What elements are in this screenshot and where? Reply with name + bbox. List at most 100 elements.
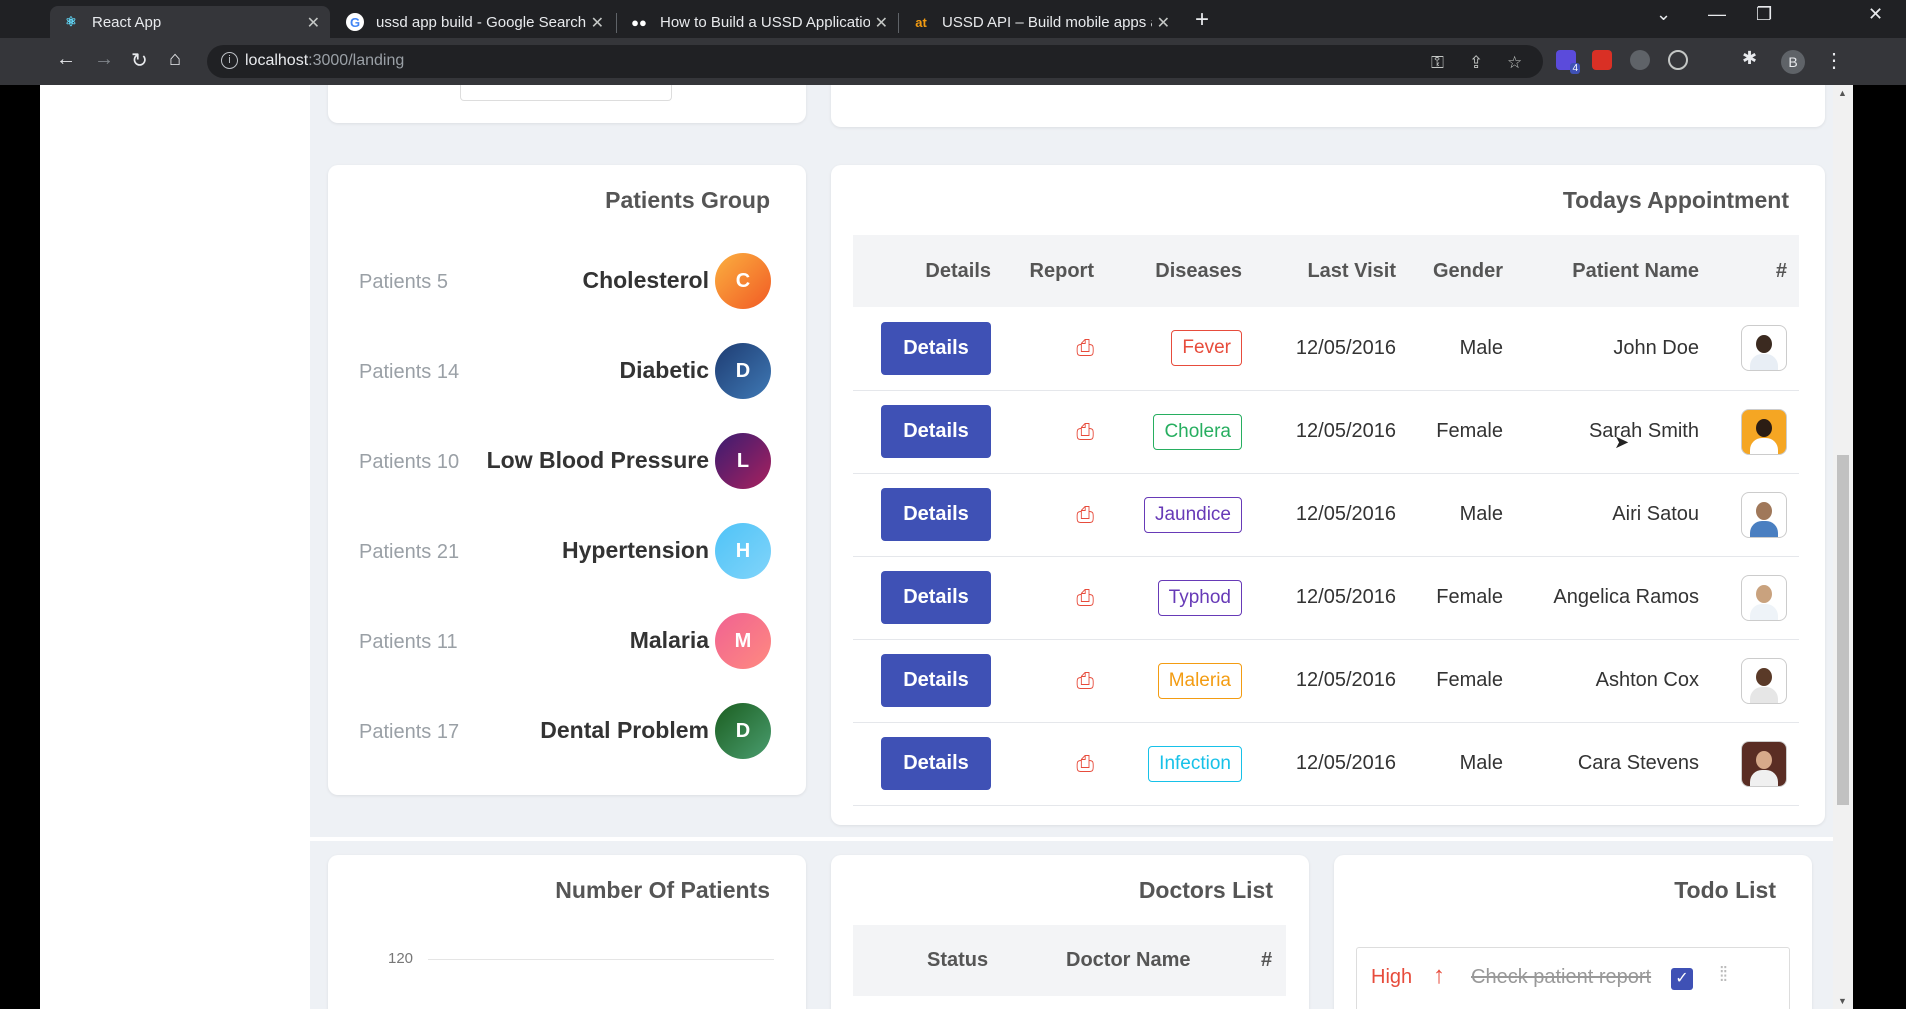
gender: Female bbox=[1408, 639, 1515, 723]
browser-tab-bar: ⚛ React App ✕ G ussd app build - Google … bbox=[0, 0, 1906, 38]
medium-icon: ●● bbox=[631, 14, 647, 30]
forward-icon[interactable]: → bbox=[94, 48, 114, 71]
col-header-doctor-name: Doctor Name bbox=[1066, 949, 1191, 971]
tab-separator bbox=[616, 13, 617, 33]
gender: Male bbox=[1408, 722, 1515, 806]
table-header-row: Details Report Diseases Last Visit Gende… bbox=[853, 235, 1799, 307]
disease-badge: Typhod bbox=[1157, 579, 1242, 616]
reload-icon[interactable]: ↻ bbox=[131, 48, 148, 73]
col-header-details: Details bbox=[853, 235, 1003, 307]
tab-label: React App bbox=[92, 13, 162, 31]
puzzle-icon[interactable]: ✱ bbox=[1742, 48, 1757, 69]
table-row: Details ⎙ Typhod 12/05/2016 Female Angel… bbox=[853, 556, 1799, 640]
card-title: Todays Appointment bbox=[1562, 187, 1789, 213]
back-icon[interactable]: ← bbox=[56, 48, 76, 71]
tab-ussd-api[interactable]: at USSD API – Build mobile apps ac ✕ bbox=[900, 6, 1180, 38]
close-window-icon[interactable]: ✕ bbox=[1868, 4, 1883, 25]
details-button[interactable]: Details bbox=[881, 488, 991, 541]
pdf-icon[interactable]: ⎙ bbox=[1076, 751, 1094, 777]
list-item: Patients 17 Dental Problem D bbox=[359, 703, 771, 759]
todo-checkbox[interactable]: ✓ bbox=[1671, 968, 1693, 990]
patient-name: Ashton Cox bbox=[1515, 639, 1711, 723]
profile-avatar[interactable]: B bbox=[1781, 50, 1805, 74]
col-header-patient-name: Patient Name bbox=[1515, 235, 1711, 307]
tab-google-search[interactable]: G ussd app build - Google Search ✕ bbox=[334, 6, 614, 38]
col-header-number: # bbox=[1261, 949, 1273, 971]
home-icon[interactable]: ⌂ bbox=[169, 48, 181, 71]
patient-name: Cara Stevens bbox=[1515, 722, 1711, 806]
site-info-icon[interactable]: i bbox=[221, 52, 238, 69]
tab-label: How to Build a USSD Application bbox=[660, 13, 870, 31]
tab-search-icon[interactable]: ⌄ bbox=[1656, 4, 1671, 25]
scroll-down-icon[interactable]: ▼ bbox=[1838, 996, 1847, 1006]
group-name: Low Blood Pressure bbox=[486, 447, 709, 473]
tab-label: USSD API – Build mobile apps ac bbox=[942, 13, 1152, 31]
scroll-up-icon[interactable]: ▲ bbox=[1838, 88, 1847, 98]
patient-count: Patients 14 bbox=[359, 361, 460, 383]
avatar: D bbox=[715, 343, 771, 399]
grid-line bbox=[428, 959, 774, 960]
details-button[interactable]: Details bbox=[881, 737, 991, 790]
tab-react-app[interactable]: ⚛ React App ✕ bbox=[50, 6, 330, 38]
close-icon[interactable]: ✕ bbox=[1157, 13, 1170, 33]
pdf-icon[interactable]: ⎙ bbox=[1076, 502, 1094, 528]
drag-handle-icon[interactable]: ⁞⁞ bbox=[1719, 964, 1728, 987]
scrollbar-thumb[interactable] bbox=[1837, 455, 1849, 805]
list-item: Patients 14 Diabetic D bbox=[359, 343, 771, 399]
details-button[interactable]: Details bbox=[881, 405, 991, 458]
tab-medium-article[interactable]: ●● How to Build a USSD Application ✕ bbox=[618, 6, 898, 38]
todo-text: Check patient report bbox=[1471, 966, 1652, 988]
disease-badge: Fever bbox=[1171, 330, 1242, 367]
avatar: C bbox=[715, 253, 771, 309]
pdf-icon[interactable]: ⎙ bbox=[1076, 419, 1094, 445]
patient-name: Angelica Ramos bbox=[1515, 556, 1711, 640]
patient-avatar bbox=[1741, 325, 1787, 372]
scrollbar[interactable]: ▲ ▼ bbox=[1833, 85, 1853, 1009]
patient-avatar bbox=[1741, 491, 1787, 538]
details-button[interactable]: Details bbox=[881, 654, 991, 707]
number-of-patients-card: Number Of Patients 120 bbox=[328, 855, 806, 1009]
share-icon[interactable]: ⇪ bbox=[1469, 53, 1483, 73]
patient-avatar bbox=[1741, 657, 1787, 704]
avatar: D bbox=[715, 703, 771, 759]
new-tab-icon[interactable]: + bbox=[1195, 6, 1209, 34]
url-text[interactable]: localhost:3000/landing bbox=[245, 52, 404, 70]
address-bar[interactable]: i localhost:3000/landing ⚿ ⇪ ☆ bbox=[207, 45, 1543, 78]
avatar: M bbox=[715, 613, 771, 669]
extension-icon[interactable] bbox=[1630, 50, 1650, 70]
todo-item[interactable]: High ↑ Check patient report ✓ ⁞⁞ bbox=[1356, 947, 1790, 1009]
tab-separator bbox=[898, 13, 899, 33]
close-icon[interactable]: ✕ bbox=[875, 13, 888, 33]
partial-control[interactable] bbox=[460, 85, 672, 101]
extension-icon[interactable] bbox=[1592, 50, 1612, 70]
col-header-status: Status bbox=[927, 949, 989, 971]
pdf-icon[interactable]: ⎙ bbox=[1076, 585, 1094, 611]
gender: Male bbox=[1408, 307, 1515, 391]
extension-icon[interactable] bbox=[1668, 50, 1688, 70]
col-header-number: # bbox=[1711, 235, 1799, 307]
card-title: Doctors List bbox=[1138, 877, 1273, 903]
disease-badge: Maleria bbox=[1157, 662, 1242, 699]
patient-name: Airi Satou bbox=[1515, 473, 1711, 557]
group-name: Dental Problem bbox=[540, 717, 709, 743]
details-button[interactable]: Details bbox=[881, 321, 991, 375]
close-icon[interactable]: ✕ bbox=[591, 13, 604, 33]
extension-icon[interactable]: 4 bbox=[1556, 50, 1580, 74]
close-icon[interactable]: ✕ bbox=[307, 13, 320, 33]
pdf-icon[interactable]: ⎙ bbox=[1076, 668, 1094, 694]
arrow-up-icon: ↑ bbox=[1433, 962, 1445, 989]
page-viewport: Patients Group Patients 5 Cholesterol C … bbox=[40, 85, 1853, 1009]
patient-count: Patients 10 bbox=[359, 451, 460, 473]
minimize-icon[interactable]: — bbox=[1708, 4, 1726, 25]
details-button[interactable]: Details bbox=[881, 571, 991, 624]
last-visit: 12/05/2016 bbox=[1254, 473, 1408, 557]
bookmark-star-icon[interactable]: ☆ bbox=[1507, 53, 1522, 73]
table-row: Details ⎙ Maleria 12/05/2016 Female Asht… bbox=[853, 639, 1799, 723]
google-icon: G bbox=[346, 13, 364, 31]
pdf-icon[interactable]: ⎙ bbox=[1076, 335, 1094, 361]
key-icon[interactable]: ⚿ bbox=[1431, 53, 1444, 73]
col-header-last-visit: Last Visit bbox=[1254, 235, 1408, 307]
patient-avatar bbox=[1741, 408, 1787, 455]
menu-icon[interactable]: ⋮ bbox=[1824, 48, 1844, 73]
maximize-icon[interactable]: ❐ bbox=[1756, 4, 1772, 25]
